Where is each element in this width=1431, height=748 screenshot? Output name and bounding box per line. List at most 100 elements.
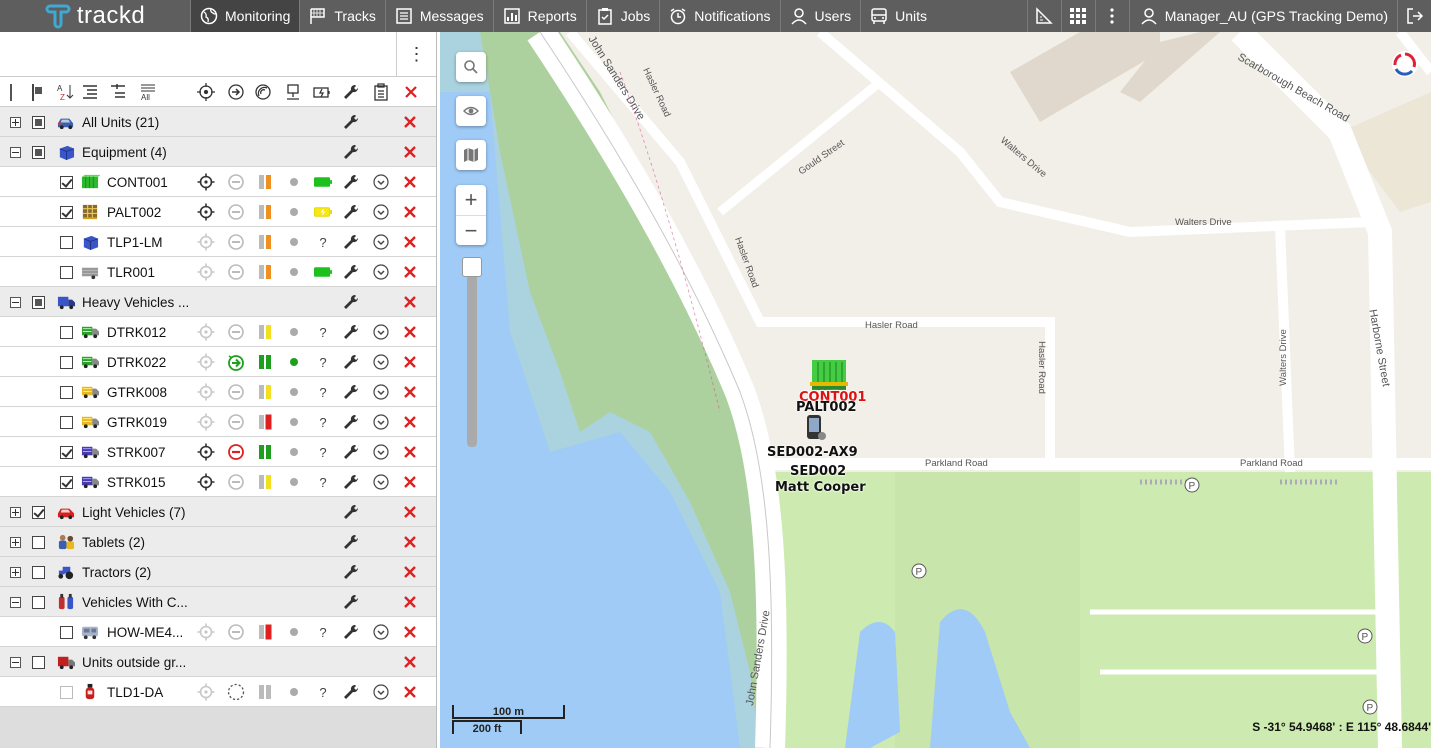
unit-checkbox[interactable]: [60, 227, 73, 257]
nav-messages[interactable]: Messages: [384, 0, 493, 32]
map-layers-button[interactable]: [456, 140, 486, 170]
collapse-icon[interactable]: [10, 647, 22, 677]
nav-users[interactable]: Users: [779, 0, 861, 32]
expand-icon[interactable]: [10, 107, 22, 137]
group-checkbox[interactable]: [32, 497, 45, 527]
unit-row[interactable]: HOW-ME4... ?: [0, 617, 436, 647]
nav-reports[interactable]: Reports: [492, 0, 586, 32]
group-checkbox[interactable]: [32, 107, 45, 137]
unit-name[interactable]: TLP1-LM: [107, 227, 163, 257]
nav-monitoring[interactable]: Monitoring: [190, 0, 300, 32]
map-visibility-button[interactable]: [456, 96, 486, 126]
unit-checkbox[interactable]: [60, 377, 73, 407]
nav-tracks[interactable]: Tracks: [299, 0, 384, 32]
group-checkbox[interactable]: [32, 587, 45, 617]
unit-checkbox[interactable]: [60, 197, 73, 227]
map-view[interactable]: John Sanders Drive Hasler Road Hasler Ro…: [440, 32, 1431, 748]
expand-icon[interactable]: [10, 497, 22, 527]
group-row[interactable]: Units outside gr...: [0, 647, 436, 677]
unit-name[interactable]: TLR001: [107, 257, 155, 287]
group-row[interactable]: Vehicles With C...: [0, 587, 436, 617]
collapse-all-icon[interactable]: [6, 82, 26, 102]
unit-checkbox[interactable]: [60, 467, 73, 497]
unit-name[interactable]: DTRK022: [107, 347, 166, 377]
unit-checkbox[interactable]: [60, 167, 73, 197]
zoom-slider-handle[interactable]: [462, 257, 482, 277]
unit-checkbox[interactable]: [60, 617, 73, 647]
unit-name[interactable]: GTRK008: [107, 377, 167, 407]
unit-name[interactable]: PALT002: [107, 197, 161, 227]
app-logo[interactable]: trackd: [0, 0, 190, 32]
unit-checkbox[interactable]: [60, 317, 73, 347]
clipboard-header-icon[interactable]: [371, 82, 391, 102]
unit-checkbox[interactable]: [60, 437, 73, 467]
unit-row[interactable]: GTRK019 ?: [0, 407, 436, 437]
logout-icon[interactable]: [1397, 0, 1431, 32]
expand-icon[interactable]: [10, 557, 22, 587]
unit-name[interactable]: GTRK019: [107, 407, 167, 437]
nav-notifications[interactable]: Notifications: [659, 0, 779, 32]
group-row[interactable]: All Units (21): [0, 107, 436, 137]
group-row[interactable]: Tablets (2): [0, 527, 436, 557]
unit-name[interactable]: STRK007: [107, 437, 166, 467]
apps-grid-icon[interactable]: [1060, 0, 1095, 32]
unit-name[interactable]: CONT001: [107, 167, 168, 197]
select-all-checkbox[interactable]: [28, 82, 48, 102]
battery-header-icon[interactable]: [312, 82, 332, 102]
group-row[interactable]: Heavy Vehicles ...: [0, 287, 436, 317]
nav-jobs[interactable]: Jobs: [585, 0, 660, 32]
panel-options-icon[interactable]: ⋮: [396, 32, 436, 77]
unit-row[interactable]: STRK015 ?: [0, 467, 436, 497]
unit-name[interactable]: STRK015: [107, 467, 166, 497]
collapse-icon[interactable]: [10, 287, 22, 317]
unit-checkbox[interactable]: [60, 407, 73, 437]
unit-checkbox[interactable]: [60, 257, 73, 287]
more-menu-icon[interactable]: [1094, 0, 1129, 32]
unit-name[interactable]: TLD1-DA: [107, 677, 163, 707]
group-checkbox[interactable]: [32, 137, 45, 167]
unit-row[interactable]: TLD1-DA ?: [0, 677, 436, 707]
unit-row[interactable]: GTRK008 ?: [0, 377, 436, 407]
zoom-out-button[interactable]: −: [456, 215, 486, 245]
locate-header-icon[interactable]: [196, 82, 216, 102]
delete-header-icon[interactable]: [401, 82, 421, 102]
zoom-in-button[interactable]: +: [456, 185, 486, 215]
measure-icon[interactable]: [1026, 0, 1061, 32]
group-checkbox[interactable]: [32, 557, 45, 587]
group-row[interactable]: Light Vehicles (7): [0, 497, 436, 527]
group-checkbox[interactable]: [32, 287, 45, 317]
expand-icon[interactable]: [10, 527, 22, 557]
sort-az-icon[interactable]: AZ: [56, 82, 76, 102]
unit-checkbox[interactable]: [60, 677, 73, 707]
group-row[interactable]: Equipment (4): [0, 137, 436, 167]
unit-row[interactable]: TLP1-LM ?: [0, 227, 436, 257]
unit-name[interactable]: HOW-ME4...: [107, 617, 183, 647]
motion-header-icon[interactable]: [226, 82, 246, 102]
collapse-icon[interactable]: [10, 137, 22, 167]
map-provider-logo-icon[interactable]: [1391, 50, 1419, 78]
unit-row[interactable]: STRK007 ?: [0, 437, 436, 467]
nav-units[interactable]: Units: [860, 0, 936, 32]
group-checkbox[interactable]: [32, 647, 45, 677]
map-search-button[interactable]: [456, 52, 486, 82]
zoom-slider[interactable]: [462, 257, 482, 447]
wrench-header-icon[interactable]: [341, 82, 361, 102]
user-menu[interactable]: Manager_AU (GPS Tracking Demo): [1128, 0, 1397, 32]
unit-row[interactable]: CONT001: [0, 167, 436, 197]
unit-row[interactable]: TLR001: [0, 257, 436, 287]
unit-checkbox[interactable]: [60, 347, 73, 377]
sed002-marker-icon[interactable]: [806, 414, 826, 442]
unit-name[interactable]: DTRK012: [107, 317, 166, 347]
unit-row[interactable]: PALT002: [0, 197, 436, 227]
unit-row[interactable]: DTRK012 ?: [0, 317, 436, 347]
device-header-icon[interactable]: [283, 82, 303, 102]
signal-header-icon[interactable]: [253, 82, 273, 102]
cont001-marker-icon[interactable]: [810, 354, 850, 392]
unit-row[interactable]: DTRK022 ?: [0, 347, 436, 377]
group-checkbox[interactable]: [32, 527, 45, 557]
add-list-icon[interactable]: [108, 82, 128, 102]
list-indent-icon[interactable]: [80, 82, 100, 102]
collapse-icon[interactable]: [10, 587, 22, 617]
group-row[interactable]: Tractors (2): [0, 557, 436, 587]
show-all-icon[interactable]: All: [138, 82, 158, 102]
